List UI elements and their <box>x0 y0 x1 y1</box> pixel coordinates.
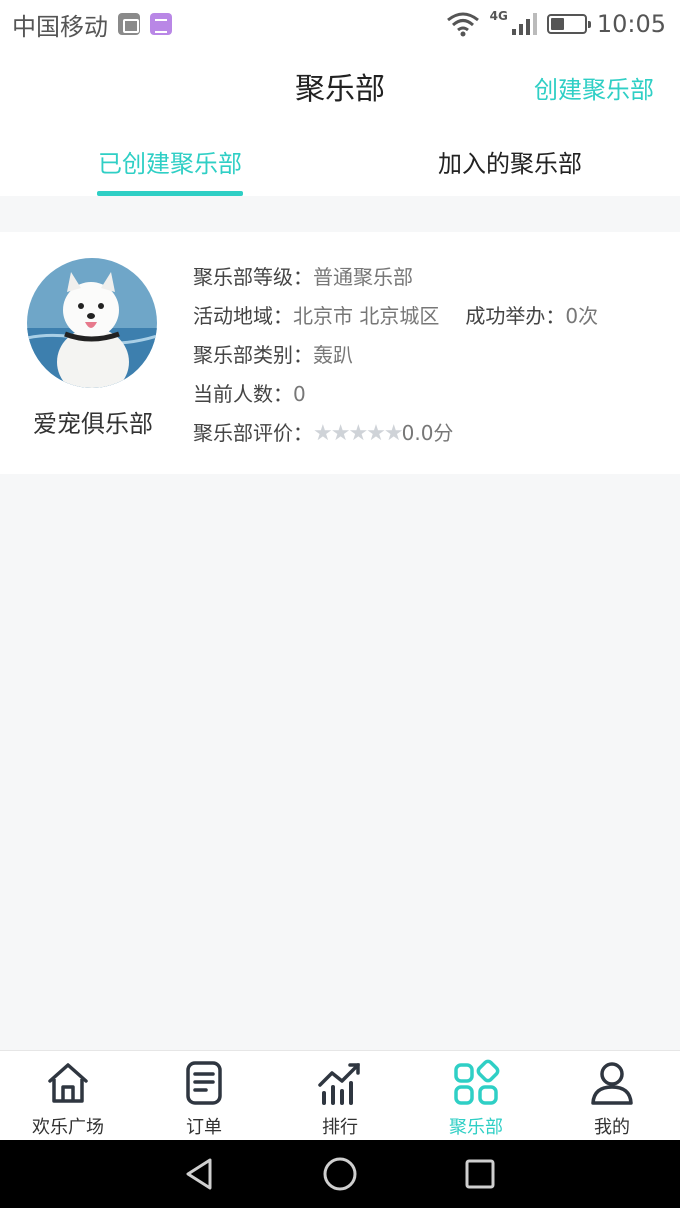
nav-label-club: 聚乐部 <box>449 1117 503 1138</box>
nav-item-orders[interactable]: 订单 <box>136 1051 272 1140</box>
nav-label-plaza: 欢乐广场 <box>32 1117 104 1138</box>
club-rating-value: 0.0分 <box>401 421 454 445</box>
recents-icon[interactable] <box>462 1156 498 1192</box>
carrier-label: 中国移动 <box>12 12 108 41</box>
nav-item-plaza[interactable]: 欢乐广场 <box>0 1051 136 1140</box>
club-level-value: 普通聚乐部 <box>313 265 413 289</box>
status-left: 中国移动 <box>12 7 172 42</box>
bottom-nav: 欢乐广场 订单 排行 聚乐部 我的 <box>0 1050 680 1140</box>
nav-item-profile[interactable]: 我的 <box>544 1051 680 1140</box>
create-club-button[interactable]: 创建聚乐部 <box>534 70 654 105</box>
club-category-row: 聚乐部类别：轰趴 <box>193 336 663 375</box>
club-members-label: 当前人数： <box>193 382 293 406</box>
club-level-row: 聚乐部等级：普通聚乐部 <box>193 258 663 297</box>
club-icon <box>454 1059 500 1105</box>
tab-joined-clubs-label: 加入的聚乐部 <box>438 150 582 178</box>
status-bar: 中国移动 4G 10:05 <box>0 0 680 48</box>
club-region-row: 活动地域：北京市 北京城区 成功举办：0次 <box>193 297 663 336</box>
home-icon <box>48 1063 88 1103</box>
header: 聚乐部 创建聚乐部 <box>0 48 680 124</box>
wifi-icon <box>446 12 479 37</box>
club-info: 聚乐部等级：普通聚乐部 活动地域：北京市 北京城区 成功举办：0次 聚乐部类别：轰… <box>193 258 663 453</box>
club-level-label: 聚乐部等级： <box>193 265 313 289</box>
club-avatar <box>27 258 157 388</box>
note-icon <box>150 13 172 35</box>
gallery-icon <box>118 13 140 35</box>
club-card[interactable]: 爱宠俱乐部 聚乐部等级：普通聚乐部 活动地域：北京市 北京城区 成功举办：0次 聚… <box>0 232 680 474</box>
nav-label-orders: 订单 <box>186 1117 222 1138</box>
club-tabs: 已创建聚乐部 加入的聚乐部 <box>0 124 680 196</box>
signal-icon <box>511 13 537 35</box>
battery-level <box>550 18 564 30</box>
battery-icon <box>546 14 591 34</box>
club-region-label: 活动地域： <box>193 304 293 328</box>
ranking-icon <box>318 1063 360 1105</box>
network-label: 4G <box>489 9 508 23</box>
dog-photo <box>27 258 157 388</box>
club-region-value: 北京市 北京城区 <box>293 304 440 328</box>
club-category-value: 轰趴 <box>313 343 353 367</box>
nav-item-ranking[interactable]: 排行 <box>272 1051 408 1140</box>
tab-joined-clubs[interactable]: 加入的聚乐部 <box>340 124 680 196</box>
tab-active-indicator <box>97 191 243 196</box>
system-nav-bar <box>0 1140 680 1208</box>
order-icon <box>186 1061 222 1105</box>
club-rating-row: 聚乐部评价：★★★★★0.0分 <box>193 414 663 453</box>
back-icon[interactable] <box>182 1156 218 1192</box>
status-right: 4G 10:05 <box>446 9 666 38</box>
nav-item-club[interactable]: 聚乐部 <box>408 1051 544 1140</box>
club-name: 爱宠俱乐部 <box>33 410 153 438</box>
star-rating-icon: ★★★★★ <box>313 421 404 446</box>
club-rating-label: 聚乐部评价： <box>193 421 313 445</box>
status-time: 10:05 <box>596 10 666 38</box>
nav-label-ranking: 排行 <box>322 1117 358 1138</box>
tab-created-clubs-label: 已创建聚乐部 <box>98 150 242 178</box>
profile-icon <box>591 1062 633 1105</box>
club-hosted-value: 0次 <box>565 304 599 328</box>
club-members-value: 0 <box>293 382 306 406</box>
tab-created-clubs[interactable]: 已创建聚乐部 <box>0 124 340 196</box>
nav-label-profile: 我的 <box>594 1117 630 1138</box>
club-hosted-label: 成功举办： <box>465 304 566 328</box>
home-circle-icon[interactable] <box>322 1156 358 1192</box>
club-category-label: 聚乐部类别： <box>193 343 313 367</box>
club-members-row: 当前人数：0 <box>193 375 663 414</box>
